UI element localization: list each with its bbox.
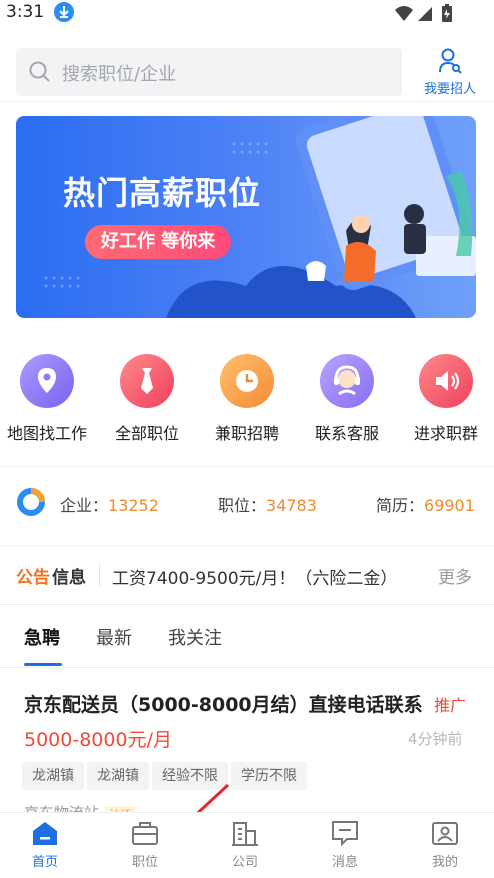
job-title: 京东配送员（5000-8000月结）直接电话联系 [24,694,423,716]
bottom-nav: 首页 职位 公司 消息 我的 [0,812,494,878]
notice-more-link[interactable]: 更多 [438,563,472,588]
menu-label: 地图找工作 [6,424,87,443]
job-tabs: 急聘 最新 我关注 [0,620,494,668]
menu-label: 联系客服 [314,424,379,443]
notice-separator [99,564,100,586]
building-icon [232,822,258,846]
nav-label: 公司 [231,855,258,870]
tab-following[interactable]: 我关注 [168,624,222,650]
nav-label: 职位 [131,855,158,870]
promo-badge: 推广 [434,696,467,715]
tab-urgent[interactable]: 急聘 [24,624,60,650]
recruit-user-icon [438,48,462,78]
notice-tag: 公告 [16,568,50,588]
status-bar: 3:31 [0,0,494,28]
download-icon [54,2,74,22]
stat-jobs: 职位：34783 [218,496,317,515]
search-icon [28,60,52,88]
nav-label: 首页 [31,855,58,870]
battery-icon [442,4,452,22]
job-tag: 龙湖镇 [22,762,84,790]
menu-item-customer-service[interactable]: 联系客服 [297,350,397,444]
stats-pie-icon [16,487,46,521]
recruit-button[interactable]: 我要招人 [418,48,482,98]
nav-companies[interactable]: 公司 [215,819,275,870]
divider [0,667,494,668]
search-placeholder: 搜索职位/企业 [62,64,177,85]
divider [0,604,494,605]
menu-item-map-jobs[interactable]: 地图找工作 [0,350,97,444]
divider [0,101,494,102]
menu-item-part-time[interactable]: 兼职招聘 [197,350,297,444]
nav-profile[interactable]: 我的 [415,819,475,870]
nav-home[interactable]: 首页 [15,819,75,870]
menu-label: 进求职群 [413,424,478,443]
status-icons [394,4,456,28]
job-time: 4分钟前 [408,730,463,748]
menu-label: 全部职位 [114,424,179,443]
quick-menu: 地图找工作 全部职位 兼职招聘 联系客服 进求职群 [0,350,494,450]
notice-tag-suffix: 信息 [52,568,86,588]
status-time: 3:31 [6,2,45,22]
notice-bar[interactable]: 公告 信息 工资7400-9500元/月！（六险二金） 更多 [0,556,494,596]
recruit-label: 我要招人 [423,82,476,97]
nav-label: 消息 [331,855,358,870]
tie-icon [120,354,174,408]
banner-illustration [44,116,476,318]
job-salary: 5000-8000元/月 [24,729,172,751]
job-tag: 龙湖镇 [87,762,149,790]
message-icon [332,821,358,847]
job-tag: 学历不限 [231,762,307,790]
speaker-icon [419,354,473,408]
stat-resumes: 简历：69901 [376,496,475,515]
briefcase-icon [132,822,158,845]
nav-jobs[interactable]: 职位 [115,819,175,870]
home-icon [33,822,57,845]
search-bar[interactable]: 搜索职位/企业 [16,48,402,96]
profile-icon [432,822,458,845]
menu-label: 兼职招聘 [214,424,279,443]
nav-label: 我的 [431,855,458,870]
menu-item-join-group[interactable]: 进求职群 [396,350,494,444]
map-pin-icon [20,354,74,408]
service-icon [320,354,374,408]
divider [0,545,494,546]
stats-row: 企业：13252 职位：34783 简历：69901 [0,478,494,528]
divider [0,466,494,467]
nav-messages[interactable]: 消息 [315,819,375,870]
banner-pill: 好工作 等你来 [85,225,232,259]
job-tags: 龙湖镇 龙湖镇 经验不限 学历不限 [22,762,310,790]
banner-title: 热门高薪职位 [63,174,262,212]
menu-item-all-jobs[interactable]: 全部职位 [97,350,197,444]
wifi-icon [395,6,413,21]
promo-banner[interactable]: 热门高薪职位 好工作 等你来 [16,116,476,318]
tab-indicator [24,663,62,666]
signal-icon [418,7,432,21]
clock-icon [220,354,274,408]
stat-company: 企业：13252 [60,496,159,515]
notice-text[interactable]: 工资7400-9500元/月！（六险二金） [112,564,430,589]
tab-latest[interactable]: 最新 [96,624,132,650]
